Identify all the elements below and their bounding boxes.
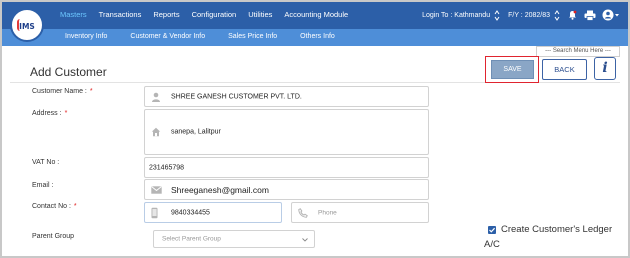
fiscal-year-switch-icon[interactable] (554, 9, 560, 21)
envelope-icon (151, 185, 162, 194)
save-button[interactable]: SAVE (491, 60, 534, 79)
subnav-inventory-info[interactable]: Inventory Info (65, 33, 107, 40)
required-marker: * (73, 203, 77, 210)
sub-nav: Inventory Info Customer & Vendor Info Sa… (65, 33, 358, 40)
required-marker: * (89, 88, 93, 95)
mobile-value: 9840334455 (171, 209, 210, 216)
create-ledger-checkbox[interactable] (488, 226, 496, 234)
phone-placeholder: Phone (318, 209, 337, 216)
phone-field[interactable]: Phone (291, 202, 429, 223)
user-icon (152, 92, 160, 102)
search-menu-input[interactable]: --- Search Menu Here --- (536, 46, 620, 57)
address-field[interactable]: sanepa, Lalitpur (144, 109, 429, 155)
customer-name-label-text: Customer Name : (32, 88, 87, 95)
info-button[interactable]: i (594, 57, 616, 80)
subnav-sales-price-info[interactable]: Sales Price Info (228, 33, 277, 40)
bell-icon[interactable] (568, 10, 577, 20)
account-icon[interactable] (602, 9, 620, 21)
contact-no-label-text: Contact No : (32, 203, 71, 210)
sub-navbar: Inventory Info Customer & Vendor Info Sa… (2, 29, 628, 46)
app-logo[interactable]: IMS (10, 8, 44, 42)
app-window: Masters Transactions Reports Configurati… (0, 0, 630, 258)
nav-utilities[interactable]: Utilities (248, 10, 272, 24)
nav-accounting-module[interactable]: Accounting Module (284, 10, 348, 24)
main-nav: Masters Transactions Reports Configurati… (60, 10, 360, 24)
save-button-highlight: SAVE (485, 56, 539, 83)
parent-group-label: Parent Group (32, 233, 75, 240)
check-icon (489, 227, 496, 233)
mobile-field[interactable]: 9840334455 (144, 202, 282, 223)
nav-masters[interactable]: Masters (60, 10, 87, 24)
customer-name-value: SHREE GANESH CUSTOMER PVT. LTD. (171, 93, 302, 100)
customer-name-field[interactable]: SHREE GANESH CUSTOMER PVT. LTD. (144, 86, 429, 107)
phone-icon (298, 207, 308, 218)
nav-transactions[interactable]: Transactions (99, 10, 142, 24)
subnav-customer-vendor-info[interactable]: Customer & Vendor Info (130, 33, 205, 40)
login-branch: Login To : Kathmandu (422, 11, 491, 19)
logo-text: IMS (19, 22, 35, 31)
customer-name-label: Customer Name : * (32, 88, 93, 95)
printer-icon[interactable] (584, 10, 596, 21)
back-button[interactable]: BACK (542, 59, 587, 80)
email-label: Email : (32, 182, 54, 189)
nav-reports[interactable]: Reports (153, 10, 179, 24)
top-navbar: Masters Transactions Reports Configurati… (2, 2, 628, 29)
address-label-text: Address : (32, 110, 62, 117)
vat-no-field[interactable]: 231465798 (144, 157, 429, 178)
contact-no-label: Contact No : * (32, 203, 77, 210)
home-icon (151, 127, 161, 137)
page-title: Add Customer (30, 65, 107, 79)
chevron-down-icon (302, 238, 308, 242)
address-value: sanepa, Lalitpur (171, 128, 221, 136)
email-value: Shreeganesh@gmail.com (171, 184, 269, 195)
create-ledger-label-cont[interactable]: A/C (484, 239, 500, 250)
mobile-icon (151, 207, 158, 218)
create-ledger-label[interactable]: Create Customer's Ledger (501, 224, 612, 235)
subnav-others-info[interactable]: Others Info (300, 33, 335, 40)
branch-switch-icon[interactable] (494, 9, 500, 21)
email-field[interactable]: Shreeganesh@gmail.com (144, 179, 429, 200)
nav-configuration[interactable]: Configuration (192, 10, 237, 24)
vat-no-label: VAT No : (32, 159, 60, 166)
top-right-tools: Login To : Kathmandu F/Y : 2082/83 (422, 9, 620, 21)
required-marker: * (64, 110, 68, 117)
parent-group-select[interactable]: Select Parent Group (153, 230, 315, 248)
parent-group-placeholder: Select Parent Group (162, 235, 221, 243)
address-label: Address : * (32, 110, 67, 117)
vat-no-value: 231465798 (149, 164, 185, 171)
fiscal-year: F/Y : 2082/83 (508, 11, 550, 19)
